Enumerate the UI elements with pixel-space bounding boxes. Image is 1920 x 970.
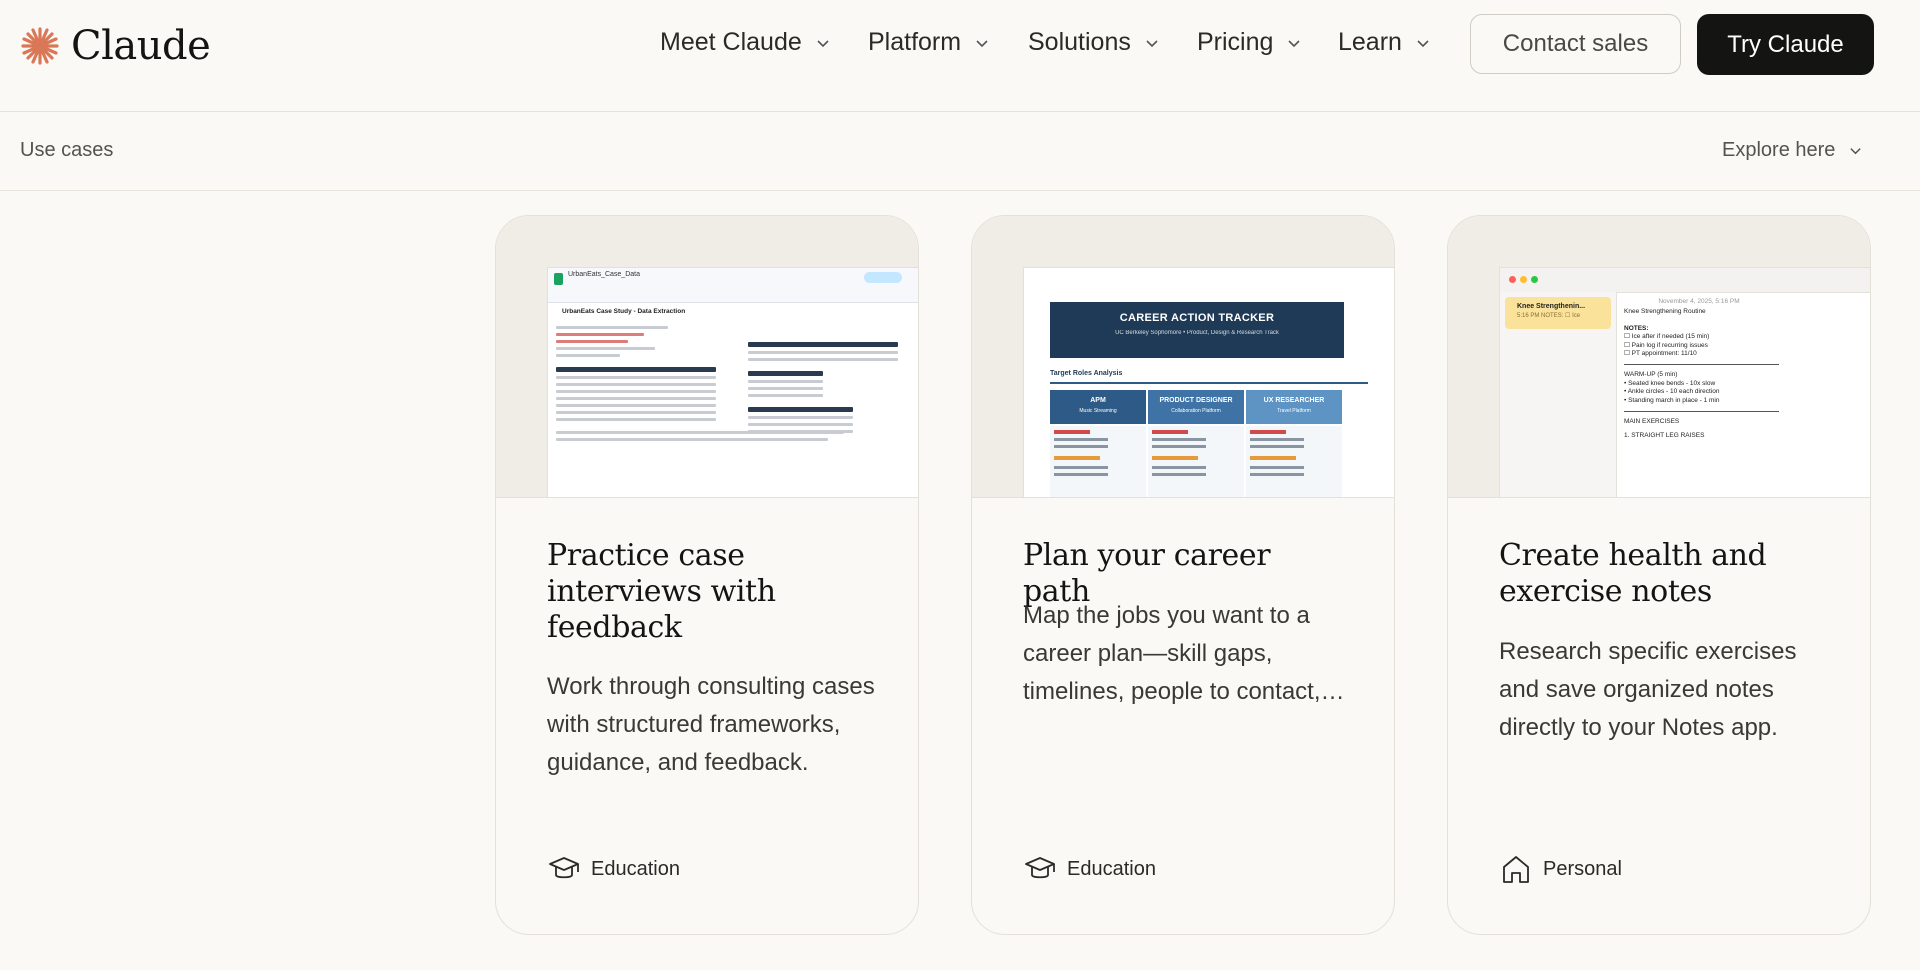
- minimize-dot: [1520, 276, 1527, 283]
- divider: [1050, 382, 1368, 384]
- card-preview: Knee Strengthenin... 5:16 PM NOTES: ☐ Ic…: [1448, 216, 1870, 498]
- tracker-subtitle: UC Berkeley Sophomore • Product, Design …: [1115, 330, 1279, 336]
- role-column: UX RESEARCHER Travel Platform: [1246, 390, 1342, 424]
- home-icon: [1503, 856, 1529, 883]
- note-title: Knee Strengthenin...: [1517, 303, 1586, 310]
- notes-sidebar: Knee Strengthenin... 5:16 PM NOTES: ☐ Ic…: [1500, 292, 1617, 497]
- claude-starburst-icon: [21, 27, 59, 65]
- note-heading: Knee Strengthening Routine: [1624, 308, 1706, 316]
- exercise-item: 1. STRAIGHT LEG RAISES: [1624, 432, 1705, 440]
- note-date: November 4, 2025, 5:16 PM: [1658, 298, 1740, 305]
- share-pill: [864, 272, 902, 283]
- chevron-down-icon: [976, 39, 988, 47]
- use-case-card-case-interviews[interactable]: UrbanEats_Case_Data UrbanEats Case Study…: [495, 215, 919, 935]
- card-title: Practice case interviews with feedback: [547, 538, 776, 645]
- role-company: Music Streaming: [1079, 408, 1117, 414]
- card-description: Research specific exercises and save org…: [1499, 638, 1797, 741]
- warmup-item: • Standing march in place - 1 min: [1624, 396, 1720, 404]
- note-meta: 5:16 PM NOTES: ☐ Ice: [1517, 313, 1581, 319]
- try-claude-button[interactable]: Try Claude: [1697, 14, 1874, 75]
- tracker-screenshot: CAREER ACTION TRACKER UC Berkeley Sophom…: [1024, 268, 1394, 497]
- warmup-label: WARM-UP (5 min): [1624, 371, 1678, 379]
- role-name: PRODUCT DESIGNER: [1159, 397, 1233, 404]
- use-cases-bar: Use cases Explore here: [0, 112, 1920, 191]
- section-title: Use cases: [20, 139, 114, 161]
- warmup-item: • Seated knee bends - 10x slow: [1624, 379, 1716, 387]
- tracker-title: CAREER ACTION TRACKER: [1119, 312, 1275, 324]
- notes-label: NOTES:: [1624, 324, 1649, 332]
- sheets-icon: [554, 273, 563, 285]
- nav-pricing[interactable]: Pricing: [1197, 28, 1301, 57]
- card-preview: CAREER ACTION TRACKER UC Berkeley Sophom…: [972, 216, 1394, 498]
- role-name: UX RESEARCHER: [1263, 397, 1325, 404]
- chevron-down-icon: [1850, 148, 1862, 155]
- notes-toolbar: [1500, 268, 1870, 293]
- zoom-dot: [1531, 276, 1538, 283]
- sheet-right-data: [748, 338, 898, 437]
- selected-note: Knee Strengthenin... 5:16 PM NOTES: ☐ Ic…: [1505, 297, 1611, 329]
- explore-label: Explore here: [1722, 139, 1836, 161]
- chevron-down-icon: [1288, 39, 1300, 47]
- role-column: APM Music Streaming: [1050, 390, 1146, 424]
- role-details: [1050, 426, 1146, 497]
- checklist-item: ☐ Pain log if recurring issues: [1624, 341, 1708, 349]
- brand-name: Claude: [71, 23, 211, 69]
- notes-app-screenshot: Knee Strengthenin... 5:16 PM NOTES: ☐ Ic…: [1500, 268, 1870, 497]
- graduation-cap-icon: [549, 857, 579, 879]
- top-navigation: Claude Meet Claude Platform Solutions Pr…: [0, 0, 1920, 112]
- use-case-card-health-notes[interactable]: Knee Strengthenin... 5:16 PM NOTES: ☐ Ic…: [1447, 215, 1871, 935]
- chevron-down-icon: [1417, 39, 1429, 47]
- contact-sales-button[interactable]: Contact sales: [1470, 14, 1681, 74]
- use-case-card-career-path[interactable]: CAREER ACTION TRACKER UC Berkeley Sophom…: [971, 215, 1395, 935]
- nav-learn[interactable]: Learn: [1338, 28, 1430, 57]
- warmup-item: • Ankle circles - 10 each direction: [1624, 388, 1720, 396]
- checklist-item: ☐ Ice after if needed (15 min): [1624, 333, 1710, 341]
- nav-label: Meet Claude: [660, 28, 802, 56]
- tracker-section: Target Roles Analysis: [1050, 370, 1123, 377]
- nav-label: Learn: [1338, 28, 1402, 56]
- graduation-cap-icon: [1025, 857, 1055, 879]
- sheet-file-name: UrbanEats_Case_Data: [568, 271, 640, 278]
- role-company: Collaboration Platform: [1171, 408, 1221, 414]
- nav-label: Platform: [868, 28, 962, 56]
- nav-solutions[interactable]: Solutions: [1028, 28, 1159, 57]
- main-exercises-label: MAIN EXERCISES: [1624, 418, 1680, 426]
- category-label: Personal: [1543, 857, 1622, 880]
- card-category: Education: [1023, 852, 1156, 886]
- tracker-header: CAREER ACTION TRACKER UC Berkeley Sophom…: [1050, 302, 1344, 358]
- card-category: Personal: [1499, 852, 1622, 886]
- category-label: Education: [1067, 857, 1156, 880]
- nav-label: Pricing: [1197, 28, 1274, 56]
- close-dot: [1509, 276, 1516, 283]
- card-category: Education: [547, 852, 680, 886]
- card-title: Create health and exercise notes: [1499, 538, 1767, 609]
- role-name: APM: [1090, 397, 1106, 404]
- role-company: Travel Platform: [1277, 408, 1311, 414]
- checklist-item: ☐ PT appointment: 11/10: [1624, 350, 1697, 358]
- explore-dropdown[interactable]: Explore here: [1722, 139, 1862, 162]
- role-details: [1148, 426, 1244, 497]
- spreadsheet-screenshot: UrbanEats_Case_Data UrbanEats Case Study…: [548, 268, 918, 497]
- category-label: Education: [591, 857, 680, 880]
- nav-meet-claude[interactable]: Meet Claude: [660, 28, 830, 57]
- sheet-left-data: [556, 312, 844, 445]
- chevron-down-icon: [817, 39, 829, 47]
- chevron-down-icon: [1146, 39, 1158, 47]
- card-description: Map the jobs you want to a career plan—s…: [1023, 602, 1321, 705]
- nav-platform[interactable]: Platform: [868, 28, 989, 57]
- claude-logo[interactable]: Claude: [19, 23, 211, 69]
- role-details: [1246, 426, 1342, 497]
- note-content: November 4, 2025, 5:16 PM Knee Strengthe…: [1624, 298, 1864, 441]
- sheet-toolbar: UrbanEats_Case_Data: [548, 268, 918, 303]
- nav-label: Solutions: [1028, 28, 1131, 56]
- role-column: PRODUCT DESIGNER Collaboration Platform: [1148, 390, 1244, 424]
- card-description: Work through consulting cases with struc…: [547, 673, 875, 776]
- card-preview: UrbanEats_Case_Data UrbanEats Case Study…: [496, 216, 918, 498]
